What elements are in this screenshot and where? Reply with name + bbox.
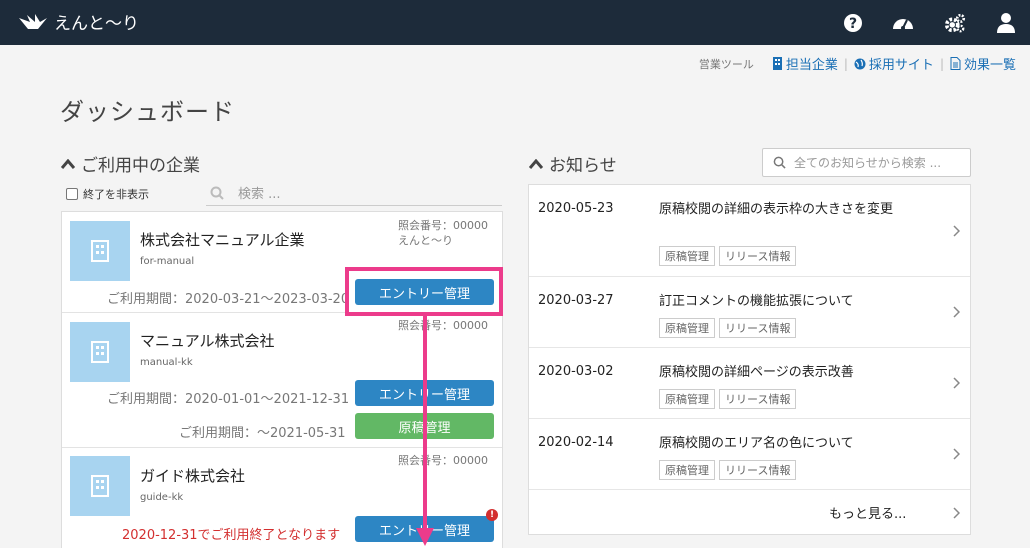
news-tag: 原稿管理	[659, 389, 715, 409]
service-end-warning: 2020-12-31でご利用終了となります	[122, 528, 341, 543]
owner-name: えんと〜り	[398, 234, 453, 247]
effect-list-link[interactable]: 効果一覧	[950, 54, 1016, 73]
news-date: 2020-05-23	[538, 201, 614, 216]
logo-bird-icon	[19, 13, 47, 29]
news-tag: リリース情報	[719, 318, 797, 338]
manuscript-management-button[interactable]: 原稿管理	[355, 413, 494, 439]
building-icon	[91, 341, 109, 363]
company-meta: 照会番号：00000 えんと〜り	[398, 218, 488, 248]
chevron-right-icon	[953, 377, 960, 389]
company-card: ガイド株式会社 guide-kk 照会番号：00000 2020-12-31でご…	[62, 448, 502, 548]
company-meta: 照会番号：00000	[398, 318, 488, 333]
news-title: 原稿校閲のエリア名の色について	[659, 436, 854, 451]
search-icon	[773, 156, 786, 169]
news-tag: 原稿管理	[659, 460, 715, 480]
entry-period: ご利用期間：2020-03-21〜2023-03-20	[107, 292, 350, 307]
checkbox-box[interactable]	[66, 188, 78, 200]
company-list: 株式会社マニュアル企業 for-manual 照会番号：00000 えんと〜り …	[61, 211, 503, 548]
company-thumbnail	[70, 322, 130, 382]
chevron-right-icon	[953, 306, 960, 318]
news-tags: 原稿管理 リリース情報	[659, 318, 800, 338]
news-item[interactable]: 2020-02-14 原稿校閲のエリア名の色について 原稿管理 リリース情報	[529, 419, 970, 490]
news-section-header[interactable]: お知らせ	[529, 151, 617, 176]
chevron-up-icon	[61, 158, 75, 169]
ref-number: 照会番号：00000	[398, 454, 488, 467]
news-title: 原稿校閲の詳細ページの表示改善	[659, 365, 854, 380]
companies-section-title: ご利用中の企業	[81, 156, 200, 176]
chevron-right-icon	[953, 448, 960, 460]
company-name[interactable]: ガイド株式会社	[140, 465, 245, 486]
search-icon	[210, 186, 224, 200]
globe-icon	[854, 58, 866, 69]
document-icon	[950, 57, 961, 70]
more-news-link[interactable]: もっと見る...	[529, 490, 970, 535]
news-tag: リリース情報	[719, 389, 797, 409]
tools-label: 営業ツール	[698, 57, 754, 71]
news-item[interactable]: 2020-03-02 原稿校閲の詳細ページの表示改善 原稿管理 リリース情報	[529, 348, 970, 419]
news-tags: 原稿管理 リリース情報	[659, 389, 800, 409]
ref-number: 照会番号：00000	[398, 319, 488, 332]
companies-section-header[interactable]: ご利用中の企業	[61, 151, 200, 176]
news-tag: 原稿管理	[659, 318, 715, 338]
tool-links: 営業ツール 担当企業 | 採用サイト | 効果一覧	[698, 54, 1016, 74]
user-account-icon[interactable]	[995, 12, 1017, 34]
chevron-right-icon	[953, 225, 960, 237]
entry-management-button[interactable]: エントリー管理	[355, 380, 494, 406]
hide-ended-label: 終了を非表示	[83, 188, 149, 201]
company-thumbnail	[70, 221, 130, 281]
more-news-label: もっと見る...	[829, 507, 907, 522]
svg-text:?: ?	[849, 16, 857, 32]
news-date: 2020-02-14	[538, 435, 614, 450]
news-tags: 原稿管理 リリース情報	[659, 246, 800, 266]
news-list: 2020-05-23 原稿校閲の詳細の表示枠の大きさを変更 原稿管理 リリース情…	[528, 184, 971, 535]
company-code: guide-kk	[140, 492, 184, 503]
app-name: えんと〜り	[54, 14, 139, 34]
annotation-highlight-box	[345, 267, 503, 316]
building-icon	[91, 475, 109, 497]
news-title: 原稿校閲の詳細の表示枠の大きさを変更	[659, 202, 894, 217]
news-item[interactable]: 2020-05-23 原稿校閲の詳細の表示枠の大きさを変更 原稿管理 リリース情…	[529, 185, 970, 277]
building-icon	[772, 57, 782, 70]
company-name[interactable]: 株式会社マニュアル企業	[140, 229, 305, 250]
news-item[interactable]: 2020-03-27 訂正コメントの機能拡張について 原稿管理 リリース情報	[529, 277, 970, 348]
help-icon[interactable]: ?	[842, 12, 864, 34]
manuscript-period: ご利用期間：〜2021-05-31	[179, 426, 346, 441]
news-date: 2020-03-02	[538, 364, 614, 379]
dashboard-gauge-icon[interactable]	[892, 12, 914, 34]
page-title: ダッシュボード	[60, 98, 235, 126]
news-title: 訂正コメントの機能拡張について	[659, 294, 854, 309]
entry-period: ご利用期間：2020-01-01〜2021-12-31	[107, 392, 350, 407]
chevron-up-icon	[529, 158, 543, 169]
news-section-title: お知らせ	[549, 156, 617, 176]
company-code: manual-kk	[140, 357, 193, 368]
building-icon	[91, 240, 109, 262]
news-tag: 原稿管理	[659, 246, 715, 266]
assigned-companies-link[interactable]: 担当企業	[772, 54, 838, 73]
company-search-placeholder: 検索 ...	[238, 187, 281, 202]
chevron-right-icon	[953, 507, 960, 519]
company-code: for-manual	[140, 256, 195, 267]
news-search-input[interactable]: 全てのお知らせから検索 ...	[762, 148, 971, 177]
news-tags: 原稿管理 リリース情報	[659, 460, 800, 480]
top-navbar: えんと〜り ?	[0, 0, 1030, 45]
news-tag: リリース情報	[719, 460, 797, 480]
company-search-input[interactable]: 検索 ...	[206, 180, 502, 206]
company-name[interactable]: マニュアル株式会社	[140, 330, 275, 351]
news-search-placeholder: 全てのお知らせから検索 ...	[794, 156, 942, 170]
company-thumbnail	[70, 456, 130, 516]
alert-badge: !	[486, 509, 498, 521]
recruit-site-link[interactable]: 採用サイト	[854, 54, 934, 73]
hide-ended-checkbox[interactable]: 終了を非表示	[66, 186, 149, 202]
news-date: 2020-03-27	[538, 293, 614, 308]
settings-gears-icon[interactable]	[944, 12, 966, 34]
company-meta: 照会番号：00000	[398, 453, 488, 468]
entry-management-button[interactable]: エントリー管理	[355, 516, 494, 542]
app-logo[interactable]: えんと〜り	[18, 9, 139, 34]
ref-number: 照会番号：00000	[398, 219, 488, 232]
company-card: マニュアル株式会社 manual-kk 照会番号：00000 ご利用期間：202…	[62, 313, 502, 448]
news-tag: リリース情報	[719, 246, 797, 266]
